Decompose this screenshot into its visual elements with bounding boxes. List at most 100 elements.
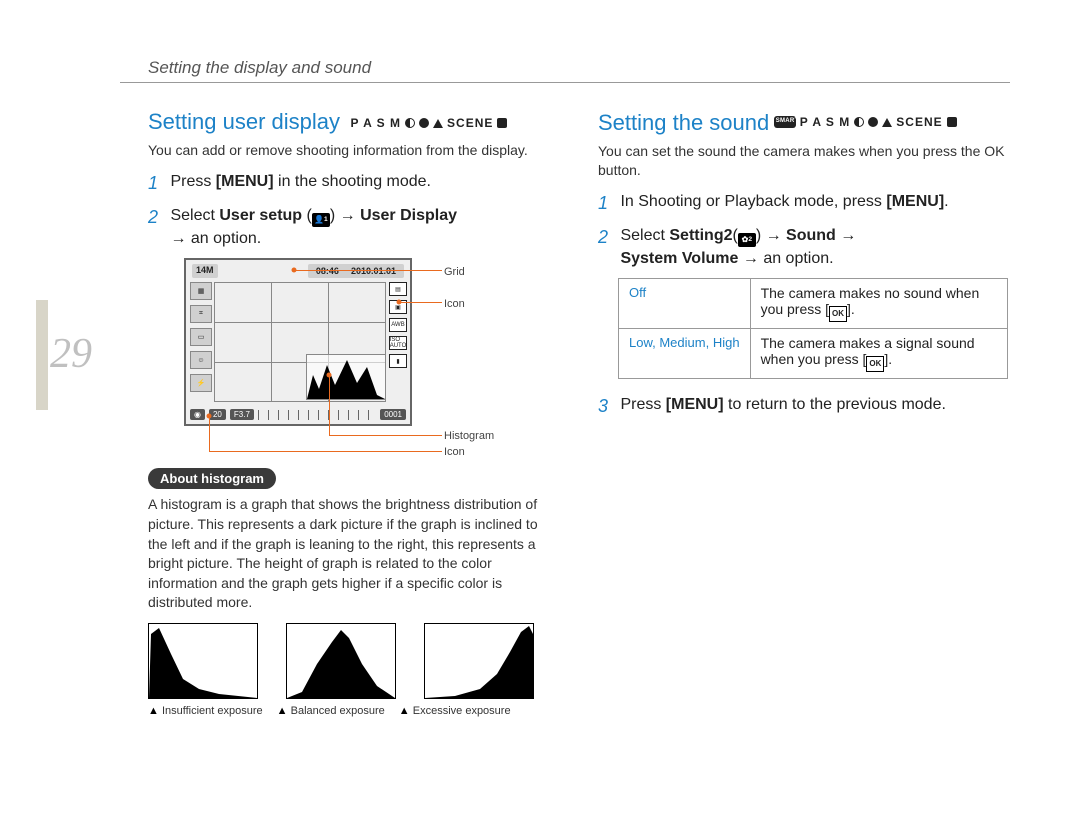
menu-path: User setup — [219, 207, 302, 224]
drive-icon: ▦ — [190, 282, 212, 300]
step-number: 1 — [598, 190, 616, 216]
about-histogram-text: A histogram is a graph that shows the br… — [148, 495, 558, 613]
face-icon: ☺ — [190, 351, 212, 369]
menu-button-label: [MENU] — [666, 396, 724, 413]
side-tab — [36, 300, 48, 410]
intro-text-sound: You can set the sound the camera makes w… — [598, 142, 1008, 180]
about-histogram-block: About histogram A histogram is a graph t… — [148, 466, 558, 613]
battery-icon: ▮ — [389, 354, 407, 368]
sound-step-1: 1 In Shooting or Playback mode, press [M… — [598, 190, 1008, 216]
label-balanced: Balanced exposure — [277, 705, 385, 717]
movie-mode-icon — [947, 117, 957, 127]
user-setup-icon: 👤1 — [312, 213, 330, 227]
step-text: . — [944, 193, 948, 210]
menu-button-label: [MENU] — [216, 173, 274, 190]
awb-icon: AWB — [389, 318, 407, 332]
arrow: → — [761, 227, 786, 244]
step-text: Press — [170, 173, 215, 190]
histogram-labels: Insufficient exposure Balanced exposure … — [148, 705, 558, 717]
lcd-resolution: 14M — [192, 264, 218, 278]
step-number: 1 — [148, 170, 166, 196]
header-rule — [120, 82, 1010, 83]
step-text: Select — [170, 207, 219, 224]
label-excessive: Excessive exposure — [399, 705, 511, 717]
step-text: → an option. — [170, 230, 261, 247]
step-text: Press — [620, 396, 665, 413]
beauty-mode-icon — [419, 118, 429, 128]
pictbridge-icon: ⌗ — [190, 305, 212, 323]
label-insufficient: Insufficient exposure — [148, 705, 263, 717]
column-user-display: Setting user display P A S M SCENE You c… — [148, 109, 558, 717]
lcd-date: 2010.01.01 — [347, 265, 400, 277]
landscape-mode-icon — [882, 118, 892, 127]
histogram-balanced — [286, 623, 396, 699]
sound-options-table: Off The camera makes no sound when you p… — [618, 278, 1008, 379]
night-mode-icon — [854, 117, 864, 127]
menu-path: Setting2 — [669, 227, 732, 244]
menu-path: System Volume — [620, 250, 738, 267]
menu-button-label: [MENU] — [886, 193, 944, 210]
scene-mode-label: SCENE — [447, 116, 493, 130]
lcd-histogram — [306, 354, 386, 400]
table-row: Low, Medium, High The camera makes a sig… — [619, 329, 1008, 379]
step-2: 2 Select User setup (👤1) → User Display … — [148, 204, 558, 250]
option-levels-desc: The camera makes a signal sound when you… — [750, 329, 1007, 379]
lcd-left-icons: ▦ ⌗ ▭ ☺ ⚡ — [190, 282, 212, 392]
step-number: 2 — [598, 224, 616, 250]
ok-button-icon: OK — [829, 306, 847, 322]
step-number: 3 — [598, 393, 616, 419]
callout-grid: Grid — [444, 266, 465, 278]
option-off: Off — [619, 279, 751, 329]
flash-icon: ⚡ — [190, 374, 212, 392]
lcd-screenshot: 14M 08:46 2010.01.01 ▦ ⌗ ▭ ☺ ⚡ — [184, 258, 412, 426]
step-number: 2 — [148, 204, 166, 230]
lcd-shutter: 20 — [209, 409, 226, 420]
histogram-examples — [148, 623, 558, 699]
step-text: Select — [620, 227, 669, 244]
lcd-exposure-ruler — [258, 410, 376, 420]
scene-mode-label: SCENE — [896, 115, 942, 129]
arrow: → — [836, 227, 856, 244]
smart-mode-icon — [774, 116, 796, 128]
mode-letters: P A S M — [350, 116, 401, 130]
step-1: 1 Press [MENU] in the shooting mode. — [148, 170, 558, 196]
callout-icon-right: Icon — [444, 298, 465, 310]
page-number: 29 — [50, 330, 92, 378]
beauty-mode-icon — [868, 117, 878, 127]
step-text: to return to the previous mode. — [724, 396, 946, 413]
lcd-figure: 14M 08:46 2010.01.01 ▦ ⌗ ▭ ☺ ⚡ — [184, 258, 558, 448]
lcd-camera-icon: ◉ — [190, 409, 205, 420]
lcd-counter: 0001 — [380, 409, 406, 420]
manual-page: 29 Setting the display and sound Setting… — [0, 0, 1080, 815]
af-mode-icon: ▭ — [190, 328, 212, 346]
arrow: → — [335, 207, 360, 224]
intro-text: You can add or remove shooting informati… — [148, 141, 558, 160]
movie-mode-icon — [497, 118, 507, 128]
table-row: Off The camera makes no sound when you p… — [619, 279, 1008, 329]
lcd-fnumber: F3.7 — [230, 409, 254, 420]
menu-path: User Display — [360, 207, 457, 224]
iso-icon: ISO AUTO — [389, 336, 407, 350]
setting2-gear-icon: ✿2 — [738, 233, 756, 247]
section-header: Setting the display and sound — [148, 58, 1010, 78]
night-mode-icon — [405, 118, 415, 128]
mode-dial-strip: P A S M SCENE — [350, 116, 507, 130]
landscape-mode-icon — [433, 119, 443, 128]
heading-user-display: Setting user display — [148, 109, 340, 135]
sound-step-3: 3 Press [MENU] to return to the previous… — [598, 393, 1008, 419]
menu-path: Sound — [786, 227, 836, 244]
column-sound: Setting the sound P A S M SCENE You can … — [598, 109, 1008, 717]
lcd-right-icons: ▤ ▣ AWB ISO AUTO ▮ — [389, 282, 407, 368]
lcd-time: 08:46 — [312, 265, 343, 277]
heading-sound: Setting the sound — [598, 110, 769, 136]
histogram-insufficient — [148, 623, 258, 699]
sound-step-2: 2 Select Setting2(✿2) → Sound → System V… — [598, 224, 1008, 270]
mode-letters: P A S M — [800, 115, 851, 129]
callout-histogram: Histogram — [444, 430, 494, 442]
ok-button-icon: OK — [866, 356, 884, 372]
quality-icon: ▤ — [389, 282, 407, 296]
histogram-excessive — [424, 623, 534, 699]
mode-dial-strip-sound: P A S M SCENE — [774, 115, 957, 129]
option-levels: Low, Medium, High — [619, 329, 751, 379]
callout-icon-bottom: Icon — [444, 446, 465, 458]
